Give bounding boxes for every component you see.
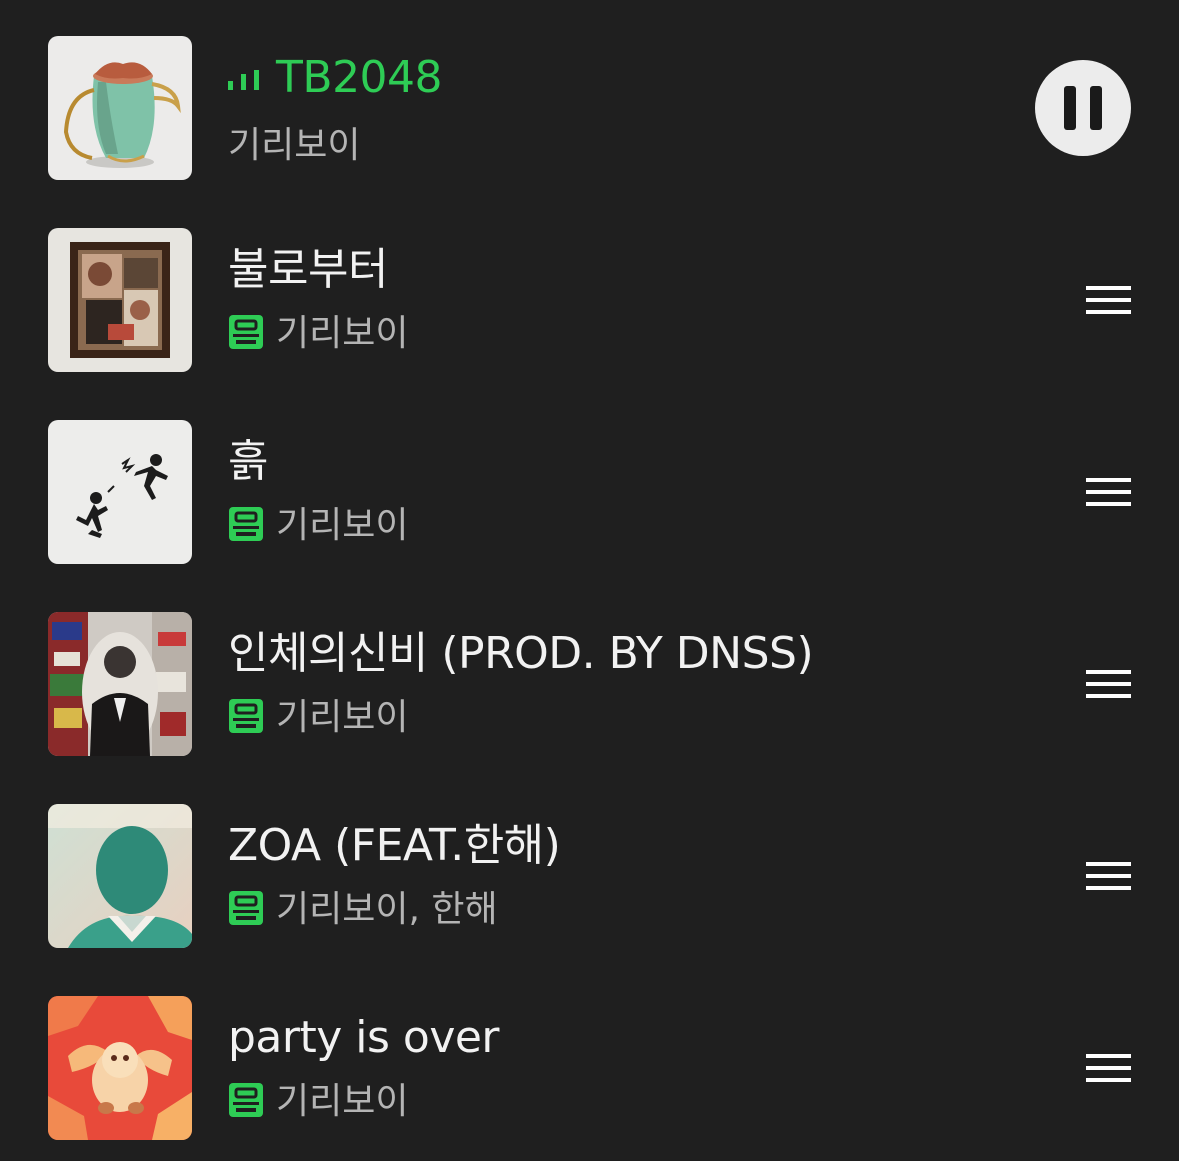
track-title: party is over	[228, 1012, 500, 1063]
drag-handle-icon[interactable]	[1086, 478, 1131, 506]
lyrics-icon	[228, 1082, 264, 1118]
pause-icon	[1064, 86, 1102, 130]
queue-item[interactable]: 불로부터 기리보이	[0, 228, 1179, 372]
lyrics-icon	[228, 698, 264, 734]
track-artist: 기리보이	[276, 505, 409, 546]
track-title-text: TB2048	[276, 52, 443, 103]
album-art	[48, 612, 192, 756]
track-title: TB2048	[228, 48, 443, 106]
drag-handle-icon[interactable]	[1086, 1054, 1131, 1082]
queue-item[interactable]: 흙 기리보이	[0, 420, 1179, 564]
queue-item[interactable]: ZOA (FEAT.한해) 기리보이, 한해	[0, 804, 1179, 948]
queue-item[interactable]: 인체의신비 (PROD. BY DNSS) 기리보이	[0, 612, 1179, 756]
lyrics-icon	[228, 506, 264, 542]
track-title: 불로부터	[228, 244, 388, 295]
track-subline: 기리보이	[228, 1080, 408, 1124]
drag-handle-icon[interactable]	[1086, 286, 1131, 314]
lyrics-icon	[228, 890, 264, 926]
track-subline: 기리보이	[228, 504, 408, 548]
track-subline: 기리보이	[228, 696, 408, 740]
track-artist: 기리보이, 한해	[276, 889, 498, 930]
album-art	[48, 228, 192, 372]
track-artist: 기리보이	[276, 1081, 409, 1122]
play-queue: TB2048 기리보이 불로부터 기리보이 흙 기리보이 인체의신비 (PROD…	[0, 0, 1179, 1161]
track-artist: 기리보이	[276, 313, 409, 354]
album-art	[48, 996, 192, 1140]
track-title: ZOA (FEAT.한해)	[228, 820, 561, 871]
track-title: 흙	[228, 436, 268, 487]
track-subline: 기리보이	[228, 312, 408, 356]
equalizer-icon	[228, 48, 262, 104]
pause-button[interactable]	[1035, 60, 1131, 156]
lyrics-icon	[228, 314, 264, 350]
drag-handle-icon[interactable]	[1086, 670, 1131, 698]
now-playing-row[interactable]: TB2048 기리보이	[0, 36, 1179, 180]
track-artist: 기리보이	[228, 125, 361, 166]
queue-item[interactable]: party is over 기리보이	[0, 996, 1179, 1140]
track-subline: 기리보이, 한해	[228, 888, 498, 932]
album-art	[48, 36, 192, 180]
track-title: 인체의신비 (PROD. BY DNSS)	[228, 628, 814, 679]
album-art	[48, 804, 192, 948]
drag-handle-icon[interactable]	[1086, 862, 1131, 890]
album-art	[48, 420, 192, 564]
track-artist: 기리보이	[276, 697, 409, 738]
